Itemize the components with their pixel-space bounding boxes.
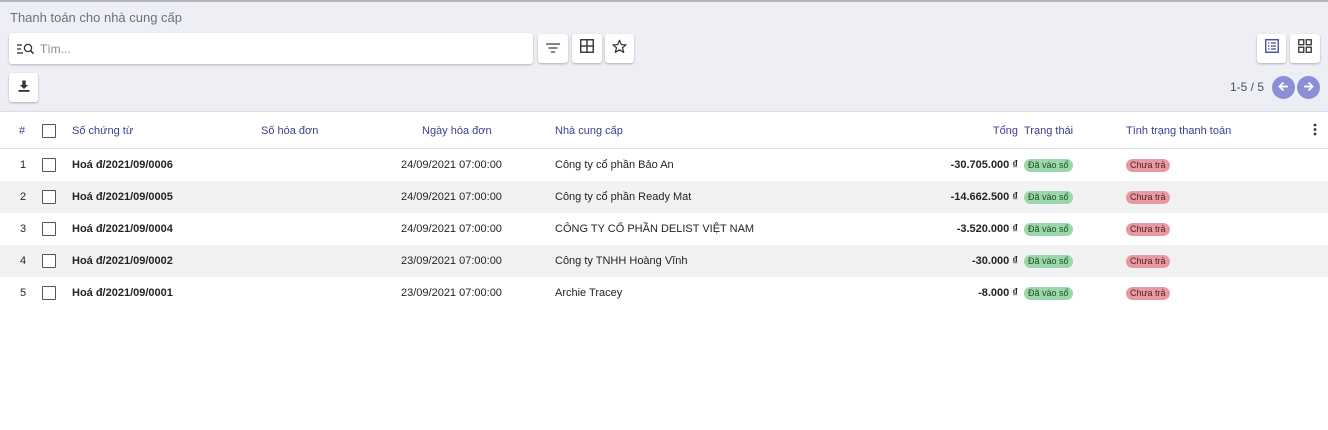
search-bar[interactable] <box>9 33 533 64</box>
total-amount: -30.000 ₫ <box>971 255 1018 267</box>
payment-status-cell: Chưa trả <box>1126 245 1170 277</box>
invoice-date: 24/09/2021 07:00:00 <box>401 159 502 171</box>
column-header-status[interactable]: Trạng thái <box>1024 113 1073 148</box>
status-badge: Đã vào sổ <box>1024 254 1073 268</box>
doc-number: Hoá đ/2021/09/0004 <box>72 223 173 235</box>
filter-button[interactable] <box>538 34 568 63</box>
status-badge: Đã vào sổ <box>1024 222 1073 236</box>
payment-status-badge: Chưa trả <box>1126 254 1170 268</box>
search-input[interactable] <box>40 41 510 56</box>
table-row[interactable]: 4 Hoá đ/2021/09/0002 23/09/2021 07:00:00 Cô… <box>0 245 1328 277</box>
row-checkbox[interactable] <box>42 190 56 204</box>
doc-number: Hoá đ/2021/09/0005 <box>72 191 173 203</box>
row-select-cell <box>42 149 56 181</box>
column-header-number: # <box>19 124 26 137</box>
row-checkbox[interactable] <box>42 254 56 268</box>
table-row[interactable]: 2 Hoá đ/2021/09/0005 24/09/2021 07:00:00 Cô… <box>0 181 1328 213</box>
total-amount: -30.705.000 ₫ <box>950 159 1018 171</box>
doc-number: Hoá đ/2021/09/0001 <box>72 287 173 299</box>
pager-value[interactable]: 1-5 / 5 <box>1230 80 1264 94</box>
control-panel: Thanh toán cho nhà cung cấp Tìm... 1-5 /… <box>0 2 1328 112</box>
status-cell: Đã vào sổ <box>1024 213 1073 245</box>
table-header-row: # Số chứng từ Số hóa đơn Ngày hóa đơn Nh… <box>0 113 1328 149</box>
pager-previous-button[interactable] <box>1272 76 1295 99</box>
total-amount: -3.520.000 ₫ <box>956 223 1018 235</box>
column-header-doc-no[interactable]: Số chứng từ <box>72 113 133 148</box>
favorites-button[interactable] <box>605 34 634 63</box>
kanban-view-button[interactable] <box>1290 34 1320 63</box>
payment-status-badge: Chưa trả <box>1126 286 1170 300</box>
status-badge: Đã vào sổ <box>1024 158 1073 172</box>
row-checkbox[interactable] <box>42 158 56 172</box>
status-badge: Đã vào sổ <box>1024 286 1073 300</box>
select-all-cell <box>42 113 56 148</box>
download-button[interactable] <box>9 73 38 102</box>
column-header-vendor[interactable]: Nhà cung cấp <box>555 113 623 148</box>
table-body: 1 Hoá đ/2021/09/0006 24/09/2021 07:00:00 Cô… <box>0 149 1328 309</box>
vendor-name: Công ty TNHH Hoàng Vĩnh <box>555 255 688 267</box>
total-amount: -8.000 ₫ <box>978 287 1018 299</box>
vendor-name: Công ty cổ phần Ready Mat <box>555 191 692 203</box>
doc-number: Hoá đ/2021/09/0002 <box>72 255 173 267</box>
kanban-view-icon <box>1298 39 1312 58</box>
invoice-date: 23/09/2021 07:00:00 <box>401 287 502 299</box>
row-select-cell <box>42 181 56 213</box>
payment-status-badge: Chưa trả <box>1126 222 1170 236</box>
row-select-cell <box>42 213 56 245</box>
payment-status-cell: Chưa trả <box>1126 277 1170 309</box>
row-number: 5 <box>20 287 27 299</box>
table-row[interactable]: 3 Hoá đ/2021/09/0004 24/09/2021 07:00:00 CÔ… <box>0 213 1328 245</box>
star-icon <box>612 39 627 59</box>
status-badge: Đã vào sổ <box>1024 190 1073 204</box>
breadcrumb: Thanh toán cho nhà cung cấp <box>10 10 183 25</box>
group-by-button[interactable] <box>572 34 602 63</box>
row-checkbox[interactable] <box>42 222 56 236</box>
row-number: 1 <box>20 159 27 171</box>
grid-icon <box>580 39 594 58</box>
column-header-payment-status[interactable]: Tình trạng thanh toán <box>1126 113 1231 148</box>
status-cell: Đã vào sổ <box>1024 149 1073 181</box>
payment-status-cell: Chưa trả <box>1126 213 1170 245</box>
status-cell: Đã vào sổ <box>1024 181 1073 213</box>
payment-status-cell: Chưa trả <box>1126 181 1170 213</box>
payment-status-cell: Chưa trả <box>1126 149 1170 181</box>
row-select-cell <box>42 245 56 277</box>
row-number: 2 <box>20 191 27 203</box>
row-number: 3 <box>20 223 27 235</box>
list-view-icon <box>1264 39 1279 58</box>
arrow-right-icon <box>1303 79 1314 97</box>
vendor-name: Archie Tracey <box>555 287 623 299</box>
table-row[interactable]: 5 Hoá đ/2021/09/0001 23/09/2021 07:00:00 Ar… <box>0 277 1328 309</box>
invoice-date: 24/09/2021 07:00:00 <box>401 191 502 203</box>
payment-status-badge: Chưa trả <box>1126 190 1170 204</box>
vendor-name: Công ty cổ phần Bảo An <box>555 159 674 171</box>
status-cell: Đã vào sổ <box>1024 245 1073 277</box>
row-checkbox[interactable] <box>42 286 56 300</box>
download-icon <box>18 79 30 97</box>
vendor-name: CÔNG TY CỔ PHẦN DELIST VIỆT NAM <box>555 223 755 235</box>
filter-icon <box>546 40 560 58</box>
search-options-icon[interactable] <box>15 41 37 57</box>
row-number: 4 <box>20 255 27 267</box>
table-row[interactable]: 1 Hoá đ/2021/09/0006 24/09/2021 07:00:00 Cô… <box>0 149 1328 181</box>
column-header-invoice-date[interactable]: Ngày hóa đơn <box>422 113 492 148</box>
invoice-date: 23/09/2021 07:00:00 <box>401 255 502 267</box>
total-amount: -14.662.500 ₫ <box>950 191 1018 203</box>
payment-status-badge: Chưa trả <box>1126 158 1170 172</box>
row-select-cell <box>42 277 56 309</box>
kebab-menu-icon <box>1313 123 1317 139</box>
pager-next-button[interactable] <box>1297 76 1320 99</box>
select-all-checkbox[interactable] <box>42 123 56 138</box>
list-view-button[interactable] <box>1257 34 1286 63</box>
invoice-date: 24/09/2021 07:00:00 <box>401 223 502 235</box>
column-header-invoice-no[interactable]: Số hóa đơn <box>261 113 318 148</box>
status-cell: Đã vào sổ <box>1024 277 1073 309</box>
optional-columns-toggle[interactable] <box>1313 113 1317 148</box>
vendor-payments-table: # Số chứng từ Số hóa đơn Ngày hóa đơn Nh… <box>0 113 1328 309</box>
doc-number: Hoá đ/2021/09/0006 <box>72 159 173 171</box>
arrow-left-icon <box>1278 79 1289 97</box>
column-header-total[interactable]: Tổng <box>993 113 1018 148</box>
